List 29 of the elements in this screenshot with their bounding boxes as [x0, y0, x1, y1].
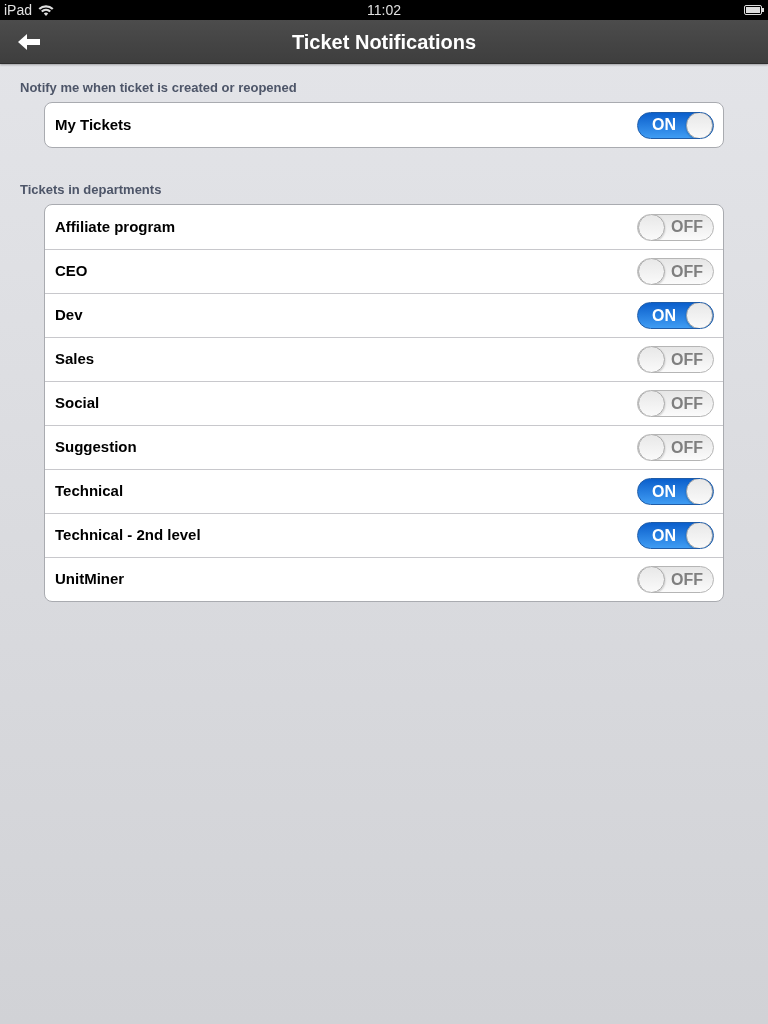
- toggle-switch[interactable]: ON: [637, 111, 714, 139]
- toggle-switch[interactable]: OFF: [637, 213, 714, 241]
- wifi-icon: [38, 4, 55, 16]
- toggle-switch[interactable]: OFF: [637, 434, 714, 461]
- toggle-switch[interactable]: ON: [637, 302, 714, 329]
- row-label: CEO: [55, 261, 88, 282]
- battery-icon: [744, 5, 764, 15]
- toggle-switch[interactable]: OFF: [637, 390, 714, 417]
- back-arrow-icon: [18, 34, 40, 50]
- row-label: Technical - 2nd level: [55, 525, 201, 546]
- toggle-switch[interactable]: ON: [637, 522, 714, 549]
- row-label: Sales: [55, 349, 95, 370]
- toggle-switch[interactable]: ON: [637, 478, 714, 505]
- row-label: Suggestion: [55, 437, 137, 458]
- clock-time: 11:02: [367, 3, 401, 17]
- row-label: Dev: [55, 305, 83, 326]
- row-label: My Tickets: [55, 114, 132, 135]
- row-label: Technical: [55, 481, 124, 502]
- section-header: Notify me when ticket is created or reopened: [20, 80, 297, 96]
- device-name: iPad: [4, 3, 33, 17]
- row-label: Affiliate program: [55, 216, 175, 237]
- section-header: Tickets in departments: [20, 182, 162, 198]
- row-label: Social: [55, 393, 100, 414]
- row-label: UnitMiner: [55, 569, 125, 590]
- screen-title: Ticket Notifications: [291, 31, 477, 52]
- toggle-switch[interactable]: OFF: [637, 566, 714, 593]
- toggle-switch[interactable]: OFF: [637, 258, 714, 285]
- toggle-switch[interactable]: OFF: [637, 346, 714, 373]
- back-button[interactable]: [16, 33, 42, 51]
